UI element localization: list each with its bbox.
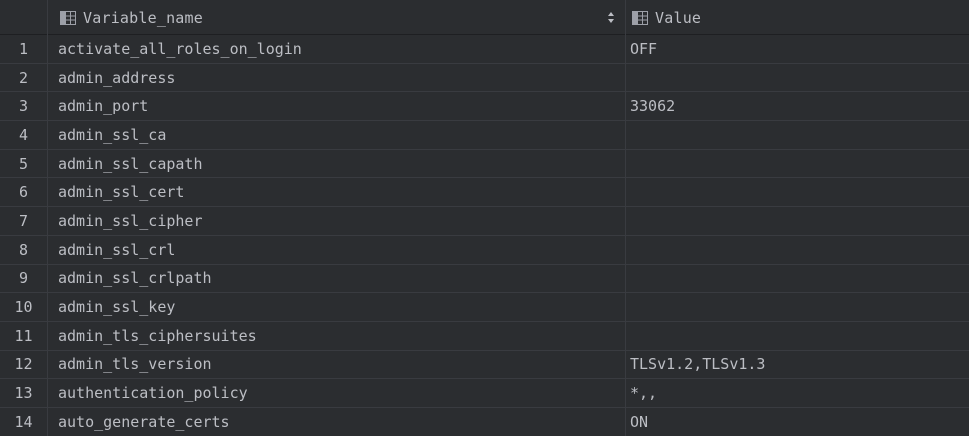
row-number[interactable]: 11 <box>0 321 48 350</box>
table-row[interactable]: 14 auto_generate_certs ON <box>0 407 969 436</box>
table-row[interactable]: 10 admin_ssl_key <box>0 293 969 322</box>
value-cell[interactable] <box>626 321 969 350</box>
row-number[interactable]: 2 <box>0 63 48 92</box>
variable-name-cell[interactable]: admin_ssl_key <box>48 293 626 321</box>
row-number[interactable]: 7 <box>0 207 48 235</box>
value-cell[interactable] <box>626 63 969 92</box>
column-header-label: Value <box>655 8 702 27</box>
table-row[interactable]: 1 activate_all_roles_on_login OFF <box>0 35 969 64</box>
table-row[interactable]: 13 authentication_policy *,, <box>0 379 969 408</box>
result-grid: Variable_name Value 1 activate_all_roles… <box>0 0 969 436</box>
variable-name-cell[interactable]: admin_ssl_capath <box>48 149 626 178</box>
row-number[interactable]: 9 <box>0 264 48 293</box>
variable-name-cell[interactable]: activate_all_roles_on_login <box>48 35 626 63</box>
row-number[interactable]: 1 <box>0 35 48 63</box>
row-number[interactable]: 10 <box>0 293 48 321</box>
grid-header: Variable_name Value <box>0 0 969 35</box>
variable-name-cell[interactable]: admin_ssl_ca <box>48 121 626 149</box>
value-cell[interactable]: 33062 <box>626 92 969 121</box>
value-cell[interactable] <box>626 235 969 264</box>
variable-name-cell[interactable]: auto_generate_certs <box>48 407 626 436</box>
table-row[interactable]: 5 admin_ssl_capath <box>0 149 969 179</box>
table-row[interactable]: 6 admin_ssl_cert <box>0 178 969 208</box>
table-row[interactable]: 4 admin_ssl_ca <box>0 121 969 150</box>
sort-icon[interactable] <box>607 11 615 24</box>
value-cell[interactable]: TLSv1.2,TLSv1.3 <box>626 350 969 379</box>
row-number[interactable]: 14 <box>0 407 48 436</box>
row-number[interactable]: 8 <box>0 235 48 264</box>
variable-name-cell[interactable]: admin_ssl_cipher <box>48 207 626 235</box>
row-number-header[interactable] <box>0 0 48 35</box>
row-number[interactable]: 13 <box>0 379 48 407</box>
variable-name-cell[interactable]: admin_ssl_crlpath <box>48 264 626 293</box>
variable-name-cell[interactable]: admin_ssl_cert <box>48 178 626 207</box>
value-cell[interactable] <box>626 178 969 207</box>
column-header-value[interactable]: Value <box>626 0 969 35</box>
column-header-label: Variable_name <box>83 8 203 27</box>
value-cell[interactable]: ON <box>626 407 969 436</box>
variable-name-cell[interactable]: admin_address <box>48 63 626 92</box>
variable-name-cell[interactable]: authentication_policy <box>48 379 626 407</box>
value-cell[interactable] <box>626 207 969 235</box>
variable-name-cell[interactable]: admin_tls_version <box>48 350 626 379</box>
value-cell[interactable] <box>626 264 969 293</box>
table-row[interactable]: 3 admin_port 33062 <box>0 92 969 122</box>
variable-name-cell[interactable]: admin_port <box>48 92 626 121</box>
table-row[interactable]: 7 admin_ssl_cipher <box>0 207 969 236</box>
grid-body: 1 activate_all_roles_on_login OFF 2 admi… <box>0 35 969 436</box>
row-number[interactable]: 12 <box>0 350 48 379</box>
table-row[interactable]: 2 admin_address <box>0 63 969 93</box>
table-row[interactable]: 11 admin_tls_ciphersuites <box>0 321 969 351</box>
table-row[interactable]: 8 admin_ssl_crl <box>0 235 969 265</box>
row-number[interactable]: 4 <box>0 121 48 149</box>
variable-name-cell[interactable]: admin_ssl_crl <box>48 235 626 264</box>
column-header-variable-name[interactable]: Variable_name <box>48 0 626 35</box>
table-row[interactable]: 9 admin_ssl_crlpath <box>0 264 969 294</box>
value-cell[interactable] <box>626 149 969 178</box>
row-number[interactable]: 5 <box>0 149 48 178</box>
table-column-icon <box>632 10 648 25</box>
table-row[interactable]: 12 admin_tls_version TLSv1.2,TLSv1.3 <box>0 350 969 380</box>
row-number[interactable]: 6 <box>0 178 48 207</box>
row-number[interactable]: 3 <box>0 92 48 121</box>
table-column-icon <box>60 10 76 25</box>
value-cell[interactable]: OFF <box>626 35 969 63</box>
value-cell[interactable]: *,, <box>626 379 969 407</box>
value-cell[interactable] <box>626 293 969 321</box>
value-cell[interactable] <box>626 121 969 149</box>
variable-name-cell[interactable]: admin_tls_ciphersuites <box>48 321 626 350</box>
